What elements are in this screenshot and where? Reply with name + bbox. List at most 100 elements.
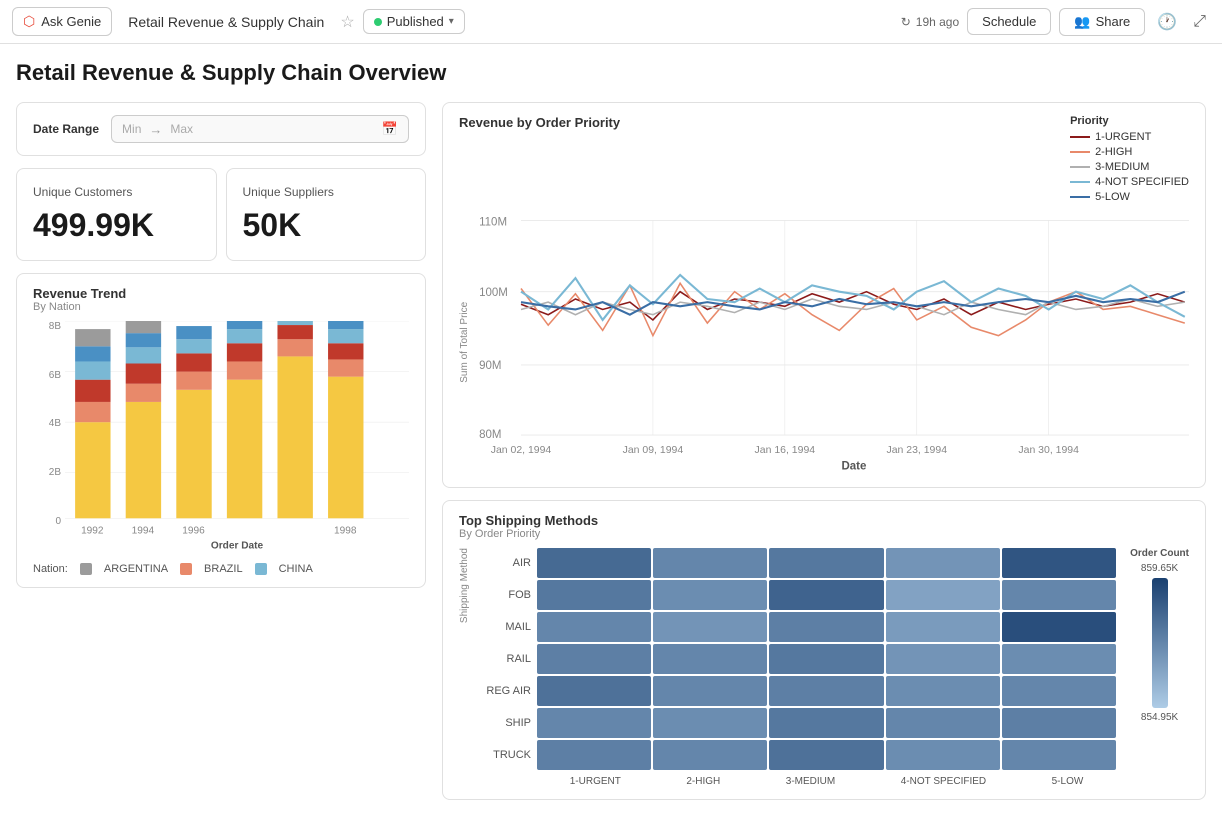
heatmap-cell xyxy=(769,740,883,770)
favorite-icon[interactable]: ☆ xyxy=(340,12,354,32)
heatmap-grid-area: 1-URGENT 2-HIGH 3-MEDIUM 4-NOT SPECIFIED… xyxy=(537,548,1116,787)
heatmap-cell xyxy=(1002,548,1116,578)
heatmap-cell xyxy=(886,644,1000,674)
revenue-trend-title: Revenue Trend xyxy=(33,286,409,301)
heatmap-cell xyxy=(769,644,883,674)
heatmap-cell xyxy=(653,676,767,706)
y-axis-labels: 8B 6B 4B 2B 0 xyxy=(33,321,61,557)
right-panel: Revenue by Order Priority Priority 1-URG… xyxy=(442,102,1206,812)
legend: Priority 1-URGENT 2-HIGH 3-MEDIUM xyxy=(1070,115,1189,206)
date-max-text: Max xyxy=(170,122,193,136)
x-high: 2-HIGH xyxy=(686,776,720,787)
heatmap-y-fob: FOB xyxy=(479,580,531,610)
revenue-trend-card: Revenue Trend By Nation 8B 6B 4B 2B 0 xyxy=(16,273,426,588)
heatmap-y-axis-label: Shipping Method xyxy=(459,548,473,627)
nation-label: Nation: xyxy=(33,563,68,575)
svg-text:1998: 1998 xyxy=(334,525,357,536)
history-icon[interactable]: 🕐 xyxy=(1153,8,1181,36)
svg-text:Jan 16, 1994: Jan 16, 1994 xyxy=(755,445,816,456)
heatmap-cell xyxy=(886,676,1000,706)
kpi-row: Unique Customers 499.99K Unique Supplier… xyxy=(16,168,426,261)
share-button[interactable]: 👥 Share xyxy=(1059,8,1145,36)
medium-label: 3-MEDIUM xyxy=(1095,161,1149,173)
main-content: Retail Revenue & Supply Chain Overview D… xyxy=(0,44,1222,828)
line-chart-svg: 110M 100M 90M 80M xyxy=(477,210,1189,472)
heatmap-cell xyxy=(1002,708,1116,738)
svg-text:90M: 90M xyxy=(479,360,501,372)
high-line-icon xyxy=(1070,151,1090,153)
heatmap-cell xyxy=(537,708,651,738)
svg-text:1994: 1994 xyxy=(132,525,155,536)
urgent-line-icon xyxy=(1070,136,1090,138)
heatmap-y-labels: AIR FOB MAIL RAIL REG AIR SHIP TRUCK xyxy=(479,548,531,770)
bar-chart-area: 1992 1994 1996 1998 Order Date Revenue xyxy=(65,321,409,557)
nav-title: Retail Revenue & Supply Chain xyxy=(128,14,324,30)
chevron-down-icon: ▾ xyxy=(449,16,454,27)
line-chart-title: Revenue by Order Priority xyxy=(459,115,620,130)
customers-label: Unique Customers xyxy=(33,185,200,199)
svg-text:Jan 30, 1994: Jan 30, 1994 xyxy=(1018,445,1079,456)
genie-icon: ⬡ xyxy=(23,13,35,30)
left-panel: Date Range Min → Max 📅 Unique Customers … xyxy=(16,102,426,812)
svg-text:80M: 80M xyxy=(479,429,501,441)
legend-title: Priority xyxy=(1070,115,1189,127)
suppliers-value: 50K xyxy=(243,207,410,244)
brazil-label: BRAZIL xyxy=(204,563,243,575)
heatmap-cell xyxy=(537,612,651,642)
legend-title: Order Count xyxy=(1130,548,1189,559)
brazil-swatch xyxy=(180,563,192,575)
heatmap-cell xyxy=(537,644,651,674)
refresh-info[interactable]: ↻ 19h ago xyxy=(901,15,959,29)
legend-min: 854.95K xyxy=(1141,712,1178,723)
medium-line-icon xyxy=(1070,166,1090,168)
bar-chart-svg: 1992 1994 1996 1998 Order Date Revenue xyxy=(65,321,409,554)
heatmap-cell xyxy=(1002,644,1116,674)
heatmap-legend: Order Count 859.65K 854.95K xyxy=(1130,548,1189,723)
svg-text:1992: 1992 xyxy=(81,525,104,536)
heatmap-cell xyxy=(769,708,883,738)
not-specified-line-icon xyxy=(1070,181,1090,183)
unique-suppliers-card: Unique Suppliers 50K xyxy=(226,168,427,261)
heatmap-grid xyxy=(537,548,1116,770)
heatmap-y-rail: RAIL xyxy=(479,644,531,674)
schedule-button[interactable]: Schedule xyxy=(967,8,1051,35)
heatmap-container: Shipping Method AIR FOB MAIL RAIL REG AI… xyxy=(459,548,1189,787)
top-navigation: ⬡ Ask Genie Retail Revenue & Supply Chai… xyxy=(0,0,1222,44)
heatmap-cell xyxy=(653,580,767,610)
svg-text:100M: 100M xyxy=(479,287,508,299)
legend-item-high: 2-HIGH xyxy=(1070,146,1189,158)
legend-max: 859.65K xyxy=(1141,563,1178,574)
calendar-icon[interactable]: 📅 xyxy=(382,121,398,137)
heatmap-cell xyxy=(537,740,651,770)
china-swatch xyxy=(255,563,267,575)
heatmap-y-ship: SHIP xyxy=(479,708,531,738)
svg-text:Jan 09, 1994: Jan 09, 1994 xyxy=(623,445,684,456)
ask-genie-button[interactable]: ⬡ Ask Genie xyxy=(12,7,112,36)
heatmap-subtitle: By Order Priority xyxy=(459,528,1189,540)
svg-text:Jan 23, 1994: Jan 23, 1994 xyxy=(886,445,947,456)
date-range-label: Date Range xyxy=(33,122,99,136)
date-range-input[interactable]: Min → Max 📅 xyxy=(111,115,409,143)
dashboard-layout: Date Range Min → Max 📅 Unique Customers … xyxy=(16,102,1206,812)
fullscreen-icon[interactable]: ⤢ xyxy=(1189,9,1210,35)
status-dot xyxy=(374,18,382,26)
published-badge[interactable]: Published ▾ xyxy=(363,9,465,34)
heatmap-cell xyxy=(886,740,1000,770)
customers-value: 499.99K xyxy=(33,207,200,244)
y-axis-label: Sum of Total Price xyxy=(459,210,473,475)
svg-text:Date: Date xyxy=(841,461,866,472)
line-chart-area: 110M 100M 90M 80M xyxy=(477,210,1189,475)
date-arrow-icon: → xyxy=(149,122,162,137)
heatmap-cell xyxy=(886,708,1000,738)
line-chart-container: Sum of Total Price 110M 100M 90M 80M xyxy=(459,210,1189,475)
argentina-swatch xyxy=(80,563,92,575)
legend-item-urgent: 1-URGENT xyxy=(1070,131,1189,143)
heatmap-cell xyxy=(769,676,883,706)
nation-legend: Nation: ARGENTINA BRAZIL CHINA xyxy=(33,563,409,575)
x-urgent: 1-URGENT xyxy=(570,776,621,787)
low-label: 5-LOW xyxy=(1095,191,1130,203)
x-not-specified: 4-NOT SPECIFIED xyxy=(901,776,986,787)
heatmap-cell xyxy=(537,676,651,706)
heatmap-y-truck: TRUCK xyxy=(479,740,531,770)
date-min-text: Min xyxy=(122,122,141,136)
